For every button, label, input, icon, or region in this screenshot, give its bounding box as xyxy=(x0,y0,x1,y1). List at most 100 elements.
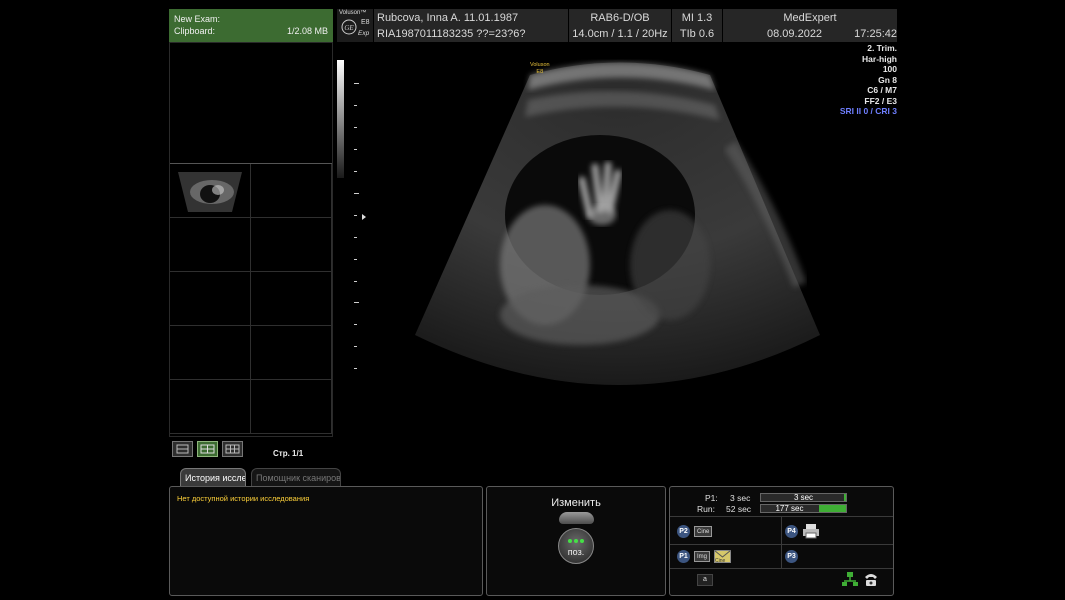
layout-single-icon xyxy=(176,444,189,454)
clipboard-slot[interactable] xyxy=(251,380,332,434)
p3-button[interactable]: P3 xyxy=(785,550,798,563)
run-progress-bar: 177 sec xyxy=(760,504,847,513)
param-frequency: FF2 / E3 xyxy=(864,95,897,106)
focus-marker-icon[interactable] xyxy=(362,214,366,220)
history-message: Нет доступной истории исследования xyxy=(177,494,310,503)
index-info: MI 1.3 TIb 0.6 xyxy=(672,9,722,42)
cine-info-panel: P1: 3 sec 3 sec Run: 52 sec 177 sec P2 C… xyxy=(669,486,894,596)
param-harmonic: Har-high xyxy=(862,53,897,64)
depth-tick xyxy=(354,324,357,325)
run-progress-fill xyxy=(819,505,846,512)
run-value: 52 sec xyxy=(726,504,752,514)
patient-id: RIA1987011183235 ??=23?6? xyxy=(377,28,526,40)
depth-tick xyxy=(354,127,357,128)
p2-button[interactable]: P2 xyxy=(677,525,690,538)
layout-dual-button[interactable] xyxy=(197,441,218,457)
model-sub-label: Exp xyxy=(358,30,370,37)
patient-info[interactable]: Rubcova, Inna A. 11.01.1987 RIA198701118… xyxy=(374,9,568,42)
divider xyxy=(170,163,332,164)
run-label: Run: xyxy=(697,504,715,514)
layout-quad-button[interactable] xyxy=(222,441,243,457)
ultrasound-image[interactable] xyxy=(410,55,830,395)
img-chip[interactable]: Img xyxy=(694,551,711,562)
clipboard-header: New Exam: Clipboard: 1/2.08 MB xyxy=(169,9,333,42)
tib-value: TIb 0.6 xyxy=(679,28,715,40)
depth-tick xyxy=(354,171,357,172)
brand-label: Voluson™ xyxy=(339,10,367,16)
clipboard-label: Clipboard: xyxy=(174,26,216,36)
clipboard-size: 1/2.08 MB xyxy=(286,26,328,36)
thumbnail-image[interactable] xyxy=(170,164,250,217)
layout-dual-icon xyxy=(200,444,215,454)
depth-tick xyxy=(354,193,359,194)
history-panel: Нет доступной истории исследования xyxy=(169,486,483,596)
indicator-dot xyxy=(574,539,578,543)
probe-info: RAB6-D/OB 14.0cm / 1.1 / 20Hz xyxy=(569,9,671,42)
depth-tick xyxy=(354,215,357,216)
p4-button[interactable]: P4 xyxy=(785,525,798,538)
depth-tick xyxy=(354,346,357,347)
param-gain: Gn 8 xyxy=(878,74,897,85)
brand-badge: Voluson™ GE E8 Exp xyxy=(337,9,373,42)
a-chip[interactable]: a xyxy=(697,574,713,586)
clipboard-slot[interactable] xyxy=(170,380,251,434)
depth-tick xyxy=(354,105,357,106)
exam-time: 17:25:42 xyxy=(854,28,897,40)
p1-value: 3 sec xyxy=(730,493,751,503)
change-panel: Изменить поз. xyxy=(486,486,666,596)
tab-exam-history[interactable]: История исслед xyxy=(180,468,246,486)
service-phone-icon[interactable] xyxy=(863,571,879,587)
clipboard-slot[interactable] xyxy=(251,326,332,380)
run-bar-text: 177 sec xyxy=(775,504,804,513)
printer-icon[interactable] xyxy=(802,523,820,539)
indicator-dot xyxy=(580,539,584,543)
p1-bar-text: 3 sec xyxy=(793,493,814,502)
clipboard-grid xyxy=(169,42,333,437)
depth-tick xyxy=(354,83,359,84)
layout-grid-icon xyxy=(225,444,240,454)
new-exam-label: New Exam: xyxy=(174,14,221,24)
p1-label: P1: xyxy=(705,493,718,503)
depth-tick xyxy=(354,281,357,282)
grayscale-bar xyxy=(337,60,344,178)
clipboard-slot[interactable] xyxy=(251,272,332,326)
ge-logo-icon: GE xyxy=(341,19,357,35)
tab-scan-assistant[interactable]: Помощник сканиров xyxy=(251,468,341,486)
image-label: Voluson E8 xyxy=(530,62,550,76)
param-map: C6 / M7 xyxy=(867,85,897,95)
layout-single-button[interactable] xyxy=(172,441,193,457)
mi-value: MI 1.3 xyxy=(681,12,713,24)
depth-info: 14.0cm / 1.1 / 20Hz xyxy=(572,28,668,40)
cine-chip[interactable]: Cine xyxy=(694,526,713,537)
position-knob[interactable]: поз. xyxy=(558,528,594,564)
p1-progress-bar: 3 sec xyxy=(760,493,847,502)
network-icon[interactable] xyxy=(842,571,858,587)
cine-chip-label: Cine xyxy=(715,558,726,564)
clipboard-slot[interactable] xyxy=(251,218,332,272)
knob-label: поз. xyxy=(567,547,585,557)
patient-name: Rubcova, Inna A. 11.01.1987 xyxy=(377,12,519,24)
param-trimester: 2. Trim. xyxy=(867,43,897,53)
indicator-dot xyxy=(568,539,572,543)
depth-tick xyxy=(354,149,357,150)
clipboard-slot[interactable] xyxy=(251,164,332,218)
depth-tick xyxy=(354,302,359,303)
image-label-line1: Voluson xyxy=(530,62,550,68)
clipboard-slot[interactable] xyxy=(170,164,251,218)
clipboard-slot[interactable] xyxy=(170,326,251,380)
divider xyxy=(670,568,893,569)
p1-button[interactable]: P1 xyxy=(677,550,690,563)
clipboard-slot[interactable] xyxy=(170,218,251,272)
svg-text:GE: GE xyxy=(344,24,354,32)
institution-info: MedExpert 08.09.2022 17:25:42 xyxy=(723,9,897,42)
param-sri: SRI II 0 / CRI 3 xyxy=(839,106,897,116)
image-label-line2: E8 xyxy=(536,69,544,75)
clipboard-slot[interactable] xyxy=(170,272,251,326)
model-label: E8 xyxy=(361,19,370,26)
page-indicator: Стр. 1/1 xyxy=(273,449,304,458)
divider xyxy=(781,516,782,568)
depth-tick xyxy=(354,368,357,369)
depth-tick xyxy=(354,237,357,238)
change-rocker-button[interactable] xyxy=(559,512,594,524)
param-power: 100 xyxy=(882,64,897,74)
